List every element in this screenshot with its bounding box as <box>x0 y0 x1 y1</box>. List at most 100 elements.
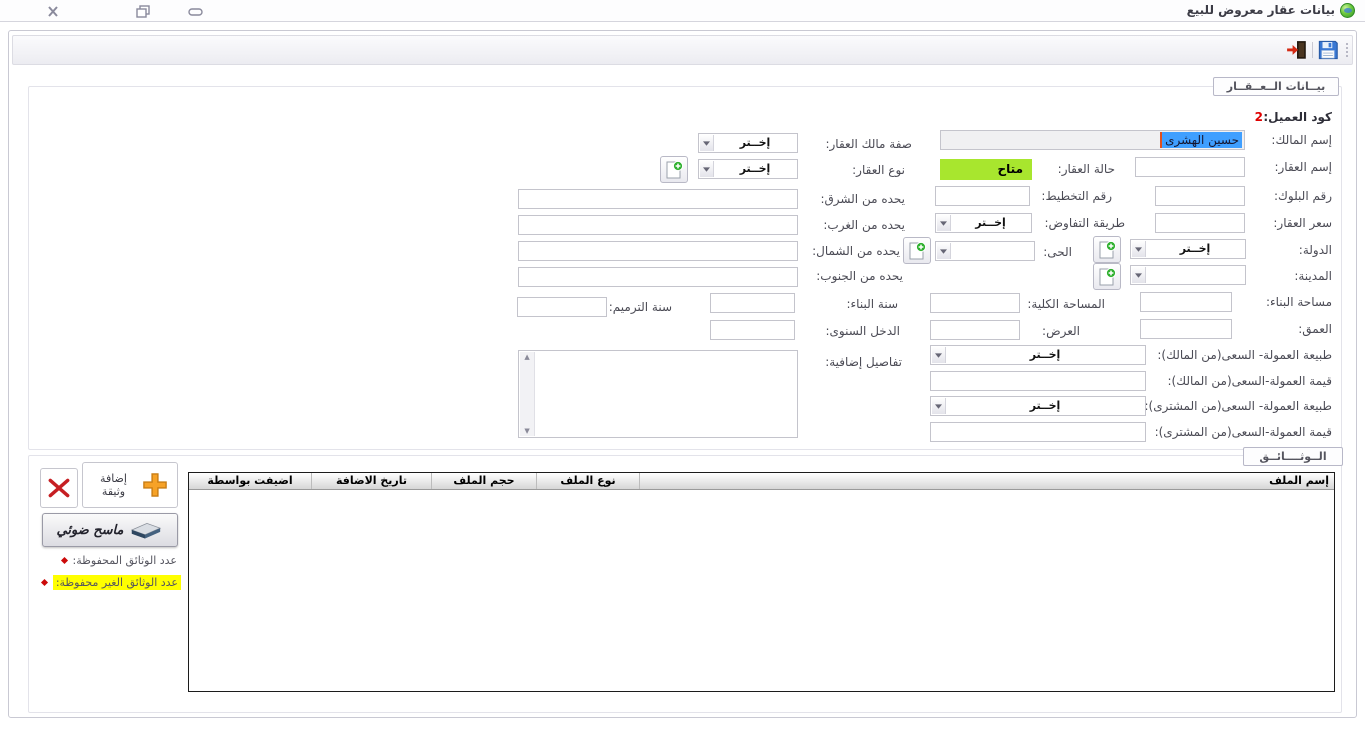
orange-plus-icon <box>141 471 169 499</box>
property-status-label: حالة العقار: <box>1058 162 1115 176</box>
chevron-down-icon[interactable] <box>932 398 946 414</box>
city-label: المدينة: <box>1294 269 1332 283</box>
depth-label: العمق: <box>1298 322 1332 336</box>
depth-field[interactable] <box>1140 319 1232 339</box>
city-select[interactable] <box>1130 265 1246 285</box>
renovation-year-label: سنة الترميم: <box>609 300 672 314</box>
window-title: بيانات عقار معروض للبيع <box>1187 3 1335 17</box>
chevron-down-icon[interactable] <box>1132 241 1146 257</box>
renovation-year-field[interactable] <box>517 297 607 317</box>
close-button[interactable] <box>44 4 64 18</box>
app-globe-icon <box>1340 3 1355 18</box>
add-city-button[interactable] <box>1093 263 1121 290</box>
block-number-field[interactable] <box>1155 186 1245 206</box>
col-file-name[interactable]: إسم الملف <box>639 473 1334 489</box>
commission-value-owner-field[interactable] <box>930 371 1146 391</box>
add-document-button[interactable]: إضافة وثيقة <box>82 462 178 508</box>
border-north-field[interactable] <box>518 241 798 261</box>
chevron-down-icon[interactable] <box>937 215 951 231</box>
textarea-scrollbar[interactable]: ▲▼ <box>520 352 535 436</box>
total-area-field[interactable] <box>930 293 1020 313</box>
commission-value-buyer-label: قيمة العمولة-السعى(من المشترى): <box>1155 425 1332 439</box>
col-file-type[interactable]: نوع الملف <box>536 473 639 489</box>
plan-number-field[interactable] <box>935 186 1030 206</box>
delete-document-button[interactable] <box>40 468 78 508</box>
property-type-select[interactable]: إخــتر <box>698 159 798 179</box>
commission-type-owner-select[interactable]: إخــتر <box>930 345 1146 365</box>
minimize-button[interactable] <box>186 4 206 18</box>
price-field[interactable] <box>1155 213 1245 233</box>
extra-details-textarea[interactable]: ▲▼ <box>518 350 798 438</box>
property-fieldset-title: بيــانات الــعــقــار <box>1213 77 1339 96</box>
title-bar: بيانات عقار معروض للبيع <box>0 0 1365 22</box>
col-file-size[interactable]: حجم الملف <box>431 473 536 489</box>
annual-income-field[interactable] <box>710 320 795 340</box>
border-south-label: يحده من الجنوب: <box>816 269 903 283</box>
owner-name-field[interactable]: حسين الهشرى <box>940 130 1245 150</box>
documents-table[interactable]: إسم الملف نوع الملف حجم الملف تاريخ الاض… <box>188 472 1335 692</box>
border-south-field[interactable] <box>518 267 798 287</box>
red-x-icon <box>46 475 72 501</box>
district-select[interactable] <box>935 241 1035 261</box>
documents-table-header: إسم الملف نوع الملف حجم الملف تاريخ الاض… <box>189 473 1334 490</box>
scanner-button[interactable]: ماسح ضوئي <box>42 513 178 547</box>
country-label: الدولة: <box>1299 243 1332 257</box>
col-added-by[interactable]: اضيفت بواسطة <box>189 473 311 489</box>
client-code-value: 2 <box>1255 110 1263 124</box>
commission-type-buyer-label: طبيعة العمولة- السعى(من المشترى): <box>1144 399 1332 413</box>
client-code-label: كود العميل: <box>1263 110 1332 124</box>
country-select[interactable]: إخــتر <box>1130 239 1246 259</box>
owner-capacity-select[interactable]: إخــتر <box>698 133 798 153</box>
owner-name-label: إسم المالك: <box>1271 133 1332 147</box>
build-year-label: سنة البناء: <box>847 297 899 311</box>
chevron-down-icon[interactable] <box>932 347 946 363</box>
toolbar-grip-handle[interactable] <box>1344 40 1350 60</box>
app-window: بيانات عقار معروض للبيع <box>0 0 1365 730</box>
toolbar <box>12 35 1353 65</box>
owner-name-selected-text: حسين الهشرى <box>1160 132 1242 148</box>
property-status-value: متاح <box>940 159 1032 180</box>
property-name-label: إسم العقار: <box>1274 160 1332 174</box>
saved-docs-label: عدد الوثائق المحفوظة: <box>73 554 177 567</box>
chevron-down-icon[interactable] <box>1132 267 1146 283</box>
border-west-label: يحده من الغرب: <box>823 218 905 232</box>
width-label: العرض: <box>1042 324 1080 338</box>
district-label: الحى: <box>1043 245 1072 259</box>
negotiation-method-select[interactable]: إخــتر <box>935 213 1032 233</box>
build-year-field[interactable] <box>710 293 795 313</box>
extra-details-label: تفاصيل إضافية: <box>825 355 902 369</box>
commission-type-buyer-select[interactable]: إخــتر <box>930 396 1146 416</box>
chevron-down-icon[interactable] <box>700 135 714 151</box>
documents-fieldset-title: الــوثــــائــق <box>1243 447 1343 466</box>
red-marker-icon <box>41 579 48 586</box>
scanner-icon <box>129 518 163 542</box>
building-area-field[interactable] <box>1140 292 1232 312</box>
total-area-label: المساحة الكلية: <box>1027 297 1105 311</box>
chevron-down-icon[interactable] <box>937 243 951 259</box>
scroll-down-icon[interactable]: ▼ <box>524 426 529 436</box>
owner-capacity-label: صفة مالك العقار: <box>825 137 912 151</box>
commission-value-buyer-field[interactable] <box>930 422 1146 442</box>
border-west-field[interactable] <box>518 215 798 235</box>
property-name-field[interactable] <box>1135 157 1245 177</box>
price-label: سعر العقار: <box>1273 216 1332 230</box>
chevron-down-icon[interactable] <box>700 161 714 177</box>
border-north-label: يحده من الشمال: <box>812 244 900 258</box>
property-type-label: نوع العقار: <box>852 163 905 177</box>
border-east-field[interactable] <box>518 189 798 209</box>
annual-income-label: الدخل السنوى: <box>825 324 900 338</box>
save-icon[interactable] <box>1317 39 1339 61</box>
commission-type-owner-label: طبيعة العمولة- السعى(من المالك): <box>1157 348 1332 362</box>
commission-value-owner-label: قيمة العمولة-السعى(من المالك): <box>1167 374 1332 388</box>
col-date-added[interactable]: تاريخ الاضافة <box>311 473 431 489</box>
restore-button[interactable] <box>133 4 153 18</box>
toolbar-separator <box>1312 42 1313 58</box>
add-property-type-button[interactable] <box>660 156 688 183</box>
scroll-up-icon[interactable]: ▲ <box>524 352 529 362</box>
block-number-label: رقم البلوك: <box>1274 189 1332 203</box>
add-district-button[interactable] <box>903 237 931 264</box>
width-field[interactable] <box>930 320 1020 340</box>
exit-icon[interactable] <box>1286 39 1308 61</box>
negotiation-method-label: طريقة التفاوض: <box>1044 216 1125 230</box>
add-country-button[interactable] <box>1093 236 1121 263</box>
